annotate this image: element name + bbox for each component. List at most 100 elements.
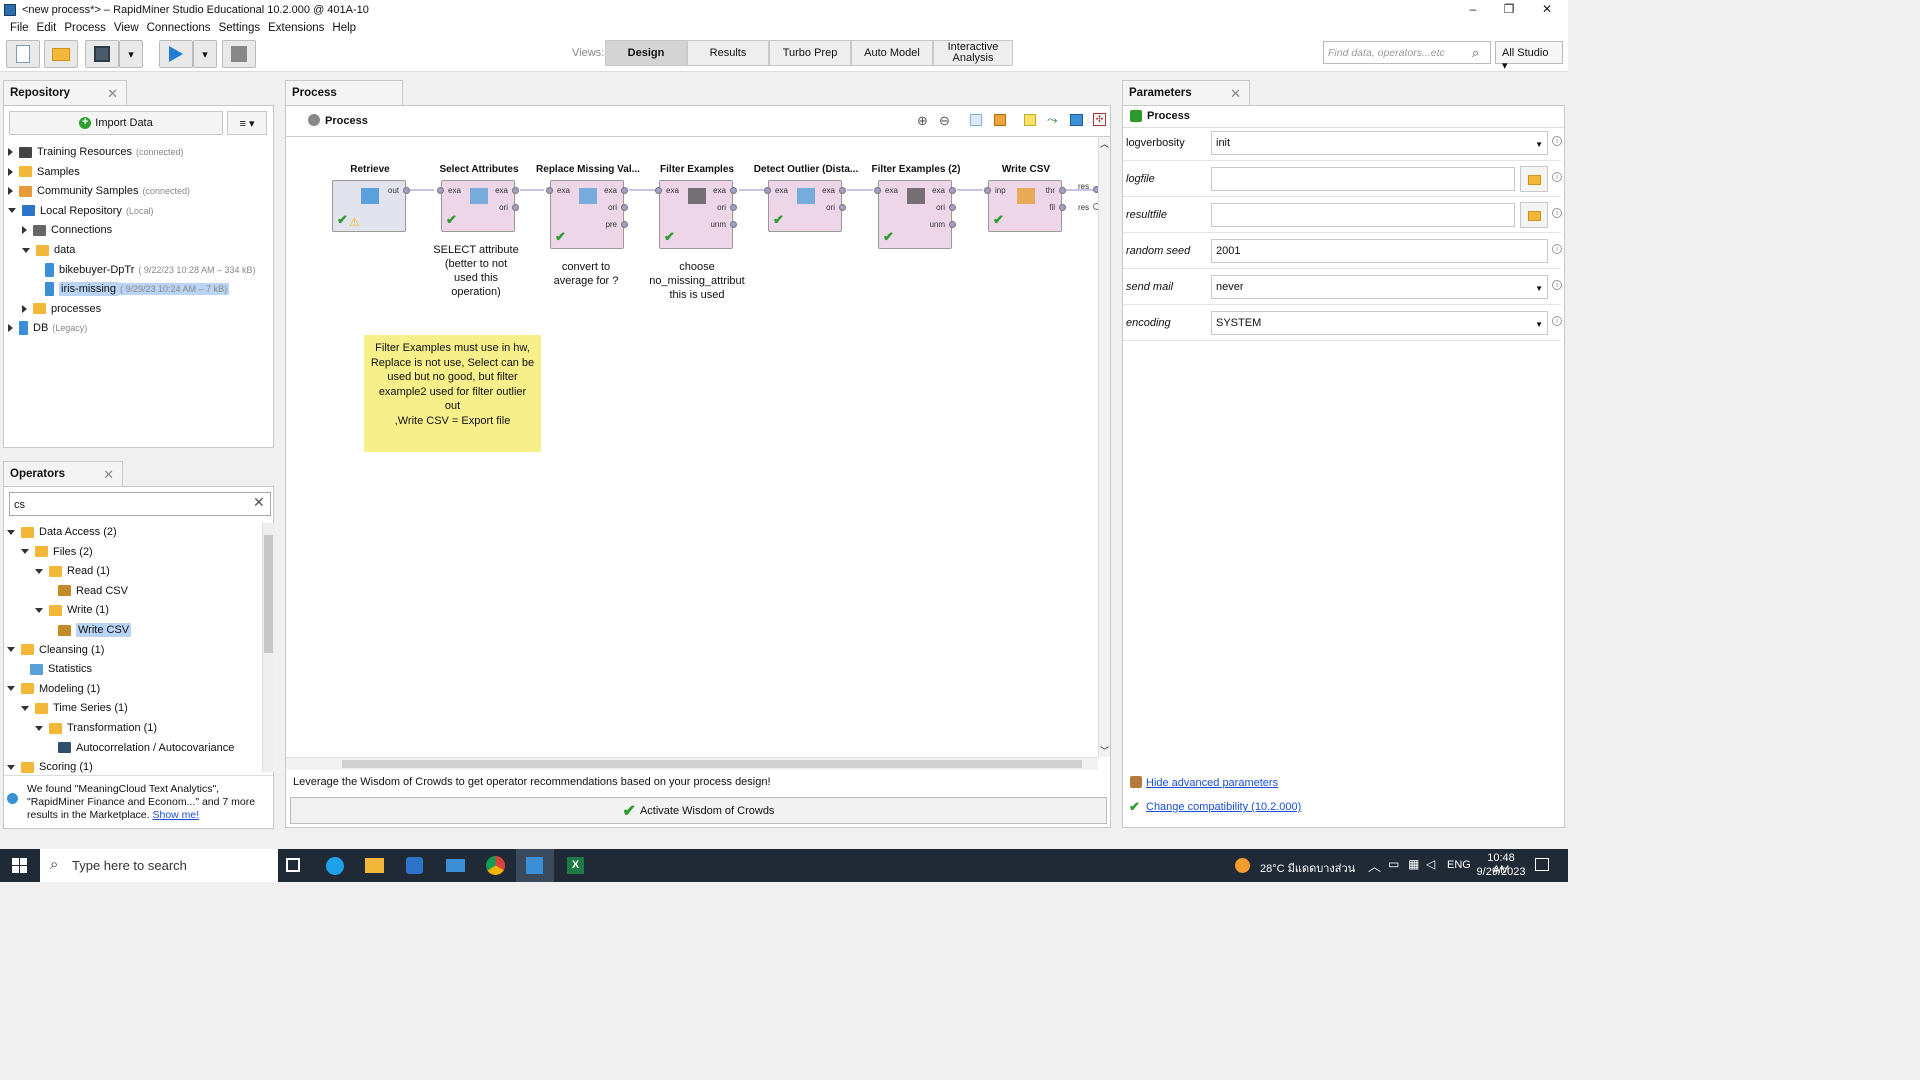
add-note-icon[interactable] xyxy=(1024,114,1036,126)
repository-item-row[interactable]: Samples xyxy=(8,163,80,181)
operator-replace-missing[interactable]: Replace Missing Val... exa exa ori pre ✔ xyxy=(536,164,640,249)
operators-scrollbar[interactable] xyxy=(262,523,274,772)
parameter-dropdown[interactable]: init ▼ xyxy=(1211,131,1548,155)
task-view-icon[interactable] xyxy=(286,858,300,872)
run-process-button[interactable] xyxy=(159,40,193,68)
expand-arrow-icon[interactable] xyxy=(8,187,13,196)
stop-process-button[interactable] xyxy=(222,40,256,68)
view-results-tab[interactable]: Results xyxy=(687,40,769,66)
global-search-input[interactable]: Find data, operators...etc xyxy=(1323,41,1491,64)
windows-start-icon[interactable] xyxy=(12,858,27,873)
parameter-input[interactable] xyxy=(1211,167,1515,191)
process-breadcrumb[interactable]: Process xyxy=(325,115,368,127)
operator-item-row[interactable]: Transformation (1) xyxy=(35,719,157,737)
show-me-link[interactable]: Show me! xyxy=(152,809,199,821)
annotation-replace[interactable]: convert to average for ? xyxy=(541,260,631,288)
output-port[interactable] xyxy=(730,204,737,211)
input-port[interactable] xyxy=(437,187,444,194)
operator-item-row[interactable]: Autocorrelation / Autocovariance xyxy=(49,739,234,757)
menu-process[interactable]: Process xyxy=(60,22,110,34)
output-port[interactable] xyxy=(949,221,956,228)
search-icon[interactable]: ⌕ xyxy=(1472,45,1479,61)
close-icon[interactable]: ✕ xyxy=(107,86,118,102)
operator-item-row[interactable]: Read CSV xyxy=(49,582,128,600)
output-port[interactable] xyxy=(1059,204,1066,211)
expand-arrow-icon[interactable] xyxy=(8,167,13,176)
store-icon[interactable] xyxy=(406,857,423,874)
dropdown-arrow-icon[interactable]: ▼ xyxy=(1535,284,1543,293)
process-tab[interactable]: Process xyxy=(285,80,403,106)
notification-icon[interactable] xyxy=(1535,858,1549,871)
dropdown-arrow-icon[interactable]: ▼ xyxy=(1535,140,1543,149)
output-port[interactable] xyxy=(403,187,410,194)
input-port[interactable] xyxy=(655,187,662,194)
process-canvas[interactable]: Retrieve out ✔ ⚠ Select Attributes exa exa ori ✔… xyxy=(286,137,1098,757)
collapse-arrow-icon[interactable] xyxy=(21,549,29,555)
output-port[interactable] xyxy=(949,204,956,211)
output-port[interactable] xyxy=(730,221,737,228)
canvas-vertical-scrollbar[interactable]: ︿ ﹀ xyxy=(1098,137,1110,757)
input-port[interactable] xyxy=(546,187,553,194)
output-port[interactable] xyxy=(512,204,519,211)
studio-scope-dropdown[interactable]: All Studio ▾ xyxy=(1495,41,1563,72)
taskbar-search-box[interactable]: Type here to search xyxy=(40,849,278,882)
info-icon[interactable]: i xyxy=(1552,244,1562,254)
info-icon[interactable]: i xyxy=(1552,280,1562,290)
collapse-arrow-icon[interactable] xyxy=(8,208,16,214)
dropdown-arrow-icon[interactable]: ▼ xyxy=(1535,320,1543,329)
open-process-button[interactable] xyxy=(44,40,78,68)
expand-arrow-icon[interactable] xyxy=(8,148,13,156)
edge-browser-icon[interactable] xyxy=(326,857,344,875)
fit-view-icon[interactable]: ✣ xyxy=(1093,113,1106,126)
operator-retrieve[interactable]: Retrieve out ✔ ⚠ xyxy=(332,164,410,232)
input-port[interactable] xyxy=(764,187,771,194)
annotation-filter[interactable]: choose no_missing_attribut this is used xyxy=(642,260,752,302)
collapse-arrow-icon[interactable] xyxy=(22,247,30,253)
menu-view[interactable]: View xyxy=(110,22,143,34)
output-port[interactable] xyxy=(949,187,956,194)
operator-item-row[interactable]: Time Series (1) xyxy=(21,699,128,717)
view-interactive-analysis-tab[interactable]: Interactive Analysis xyxy=(933,40,1013,66)
repository-item-row[interactable]: iris-missing( 9/29/23 10:24 AM – 7 kB) xyxy=(36,280,230,298)
parameters-tab[interactable]: Parameters ✕ xyxy=(1122,80,1250,106)
file-explorer-icon[interactable] xyxy=(365,858,384,873)
collapse-arrow-icon[interactable] xyxy=(7,647,15,653)
info-icon[interactable]: i xyxy=(1552,316,1562,326)
view-turbo-prep-tab[interactable]: Turbo Prep xyxy=(769,40,851,66)
expand-arrow-icon[interactable] xyxy=(22,304,27,313)
save-process-button[interactable] xyxy=(85,40,119,68)
parameter-dropdown[interactable]: never ▼ xyxy=(1211,275,1548,299)
output-port[interactable] xyxy=(730,187,737,194)
repository-tab[interactable]: Repository ✕ xyxy=(3,80,127,106)
repository-item-row[interactable]: Connections xyxy=(22,221,112,239)
layers-icon[interactable] xyxy=(1070,114,1083,126)
operator-write-csv[interactable]: Write CSV inp thr fil ✔ xyxy=(984,164,1066,232)
repository-menu-button[interactable]: ≡ ▾ xyxy=(227,111,267,135)
view-design-tab[interactable]: Design xyxy=(605,40,687,66)
collapse-arrow-icon[interactable] xyxy=(35,568,43,574)
menu-file[interactable]: File xyxy=(6,22,33,34)
minimize-button[interactable]: – xyxy=(1455,0,1491,19)
change-compatibility-link[interactable]: Change compatibility (10.2.000) xyxy=(1146,801,1301,813)
scrollbar-thumb[interactable] xyxy=(342,760,1082,768)
operator-item-row[interactable]: Write (1) xyxy=(35,601,109,619)
scroll-down-icon[interactable]: ﹀ xyxy=(1100,744,1109,757)
operator-item-row[interactable]: Modeling (1) xyxy=(7,680,100,698)
new-process-button[interactable] xyxy=(6,40,40,68)
expand-arrow-icon[interactable] xyxy=(22,226,27,235)
canvas-horizontal-scrollbar[interactable] xyxy=(286,757,1098,770)
output-port[interactable] xyxy=(621,187,628,194)
repository-item-row[interactable]: Local Repository (Local) xyxy=(8,202,153,220)
excel-icon[interactable]: X xyxy=(567,857,584,874)
zoom-in-icon[interactable]: ⊕ xyxy=(917,113,928,129)
operator-item-row[interactable]: Read (1) xyxy=(35,562,110,580)
collapse-arrow-icon[interactable] xyxy=(7,764,15,770)
copy-icon[interactable] xyxy=(970,114,982,126)
operator-item-row[interactable]: Cleansing (1) xyxy=(7,641,104,659)
weather-text[interactable]: 28°C มีแดดบางส่วน xyxy=(1260,859,1355,877)
output-port[interactable] xyxy=(839,187,846,194)
scroll-up-icon[interactable]: ︿ xyxy=(1100,137,1109,150)
repository-item-row[interactable]: Training Resources (connected) xyxy=(8,143,184,161)
menu-settings[interactable]: Settings xyxy=(215,22,265,34)
language-indicator[interactable]: ENG xyxy=(1447,859,1471,871)
